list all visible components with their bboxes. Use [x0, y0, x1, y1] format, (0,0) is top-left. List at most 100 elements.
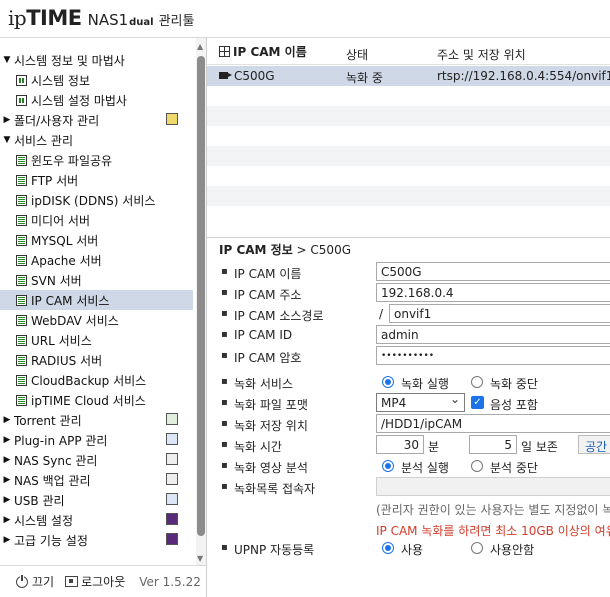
rec-off-label[interactable]: 녹화 중단: [490, 375, 538, 392]
rec-on-label[interactable]: 녹화 실행: [401, 375, 449, 392]
scroll-up-icon[interactable]: ▲: [197, 42, 203, 51]
sidebar-item-media-server[interactable]: 미디어 서버: [0, 210, 193, 230]
settings-icon: [166, 513, 178, 525]
cam-password-input[interactable]: ••••••••••: [376, 346, 610, 365]
rec-on-radio[interactable]: [382, 376, 394, 388]
cam-path-input[interactable]: onvif1: [389, 304, 610, 323]
sidebar-item-system-wizard[interactable]: 시스템 설정 마법사: [0, 90, 193, 110]
upnp-off-label[interactable]: 사용안함: [490, 541, 534, 558]
sidebar-item-system-info-wizard[interactable]: ▼ 시스템 정보 및 마법사: [0, 50, 193, 70]
sidebar-item-service-manage[interactable]: ▼ 서비스 관리: [0, 130, 193, 150]
table-row[interactable]: C500G 녹화 중 rtsp://192.168.0.4:554/onvif1: [207, 66, 610, 86]
sidebar-item-webdav[interactable]: WebDAV 서비스: [0, 310, 193, 330]
form-row-analysis: ▪ 녹화 영상 분석 분석 실행 분석 중단: [221, 459, 538, 476]
cam-id-input[interactable]: admin: [376, 325, 610, 344]
sidebar-item-ftp[interactable]: FTP 서버: [0, 170, 193, 190]
sidebar-item-nas-sync[interactable]: ▶ NAS Sync 관리: [0, 450, 193, 470]
sidebar-footer: 끄기 로그아웃 Ver 1.5.22: [0, 565, 207, 597]
th-name: IP CAM 이름: [233, 44, 307, 59]
days-input[interactable]: 5: [469, 435, 517, 454]
upnp-on-label[interactable]: 사용: [401, 541, 423, 558]
collapsed-arrow-icon: ▶: [3, 415, 11, 425]
empty-row: [207, 186, 610, 206]
audio-label[interactable]: 음성 포함: [490, 396, 538, 413]
analysis-on-radio[interactable]: [382, 460, 394, 472]
scroll-down-icon[interactable]: ▼: [197, 554, 203, 563]
sidebar-item-ipdisk[interactable]: ipDISK (DDNS) 서비스: [0, 190, 193, 210]
format-select[interactable]: MP4: [376, 392, 465, 412]
main-panel: IP CAM 이름 상태 주소 및 저장 위치 C500G 녹화 중 rtsp:…: [207, 38, 610, 597]
collapsed-arrow-icon: ▶: [3, 535, 11, 545]
minutes-unit: 분: [428, 440, 440, 454]
upnp-label: UPNP 자동등록: [234, 543, 315, 557]
logout-icon[interactable]: [65, 576, 79, 587]
sidebar-item-url[interactable]: URL 서비스: [0, 330, 193, 350]
sidebar-item-windows-share[interactable]: 윈도우 파일공유: [0, 150, 193, 170]
usb-icon: [166, 493, 178, 505]
sidebar-item-label: 서비스 관리: [14, 133, 74, 148]
cell-address: rtsp://192.168.0.4:554/onvif1: [437, 69, 610, 83]
space-button[interactable]: 공간: [578, 435, 610, 454]
sidebar-item-torrent[interactable]: ▶ Torrent 관리: [0, 410, 193, 430]
service-page-icon: [16, 274, 27, 286]
sidebar-item-label: 미디어 서버: [31, 213, 91, 228]
cam-address-input[interactable]: 192.168.0.4: [376, 283, 610, 302]
time-label: 녹화 시간: [234, 440, 282, 454]
sidebar-item-nas-backup[interactable]: ▶ NAS 백업 관리: [0, 470, 193, 490]
minutes-input[interactable]: 30: [376, 435, 424, 454]
sidebar-item-advanced[interactable]: ▶ 고급 기능 설정: [0, 530, 193, 550]
sidebar-item-system-info[interactable]: 시스템 정보: [0, 70, 193, 90]
sidebar-item-system-settings[interactable]: ▶ 시스템 설정: [0, 510, 193, 530]
service-page-icon: [16, 394, 27, 406]
analysis-on-label[interactable]: 분석 실행: [401, 459, 449, 476]
upnp-on-radio[interactable]: [382, 542, 394, 554]
logo-ip: ip: [8, 6, 27, 30]
sidebar-item-label: MYSQL 서버: [31, 233, 99, 248]
rec-off-radio[interactable]: [471, 376, 483, 388]
service-page-icon: [16, 334, 27, 346]
sidebar-item-iptime-cloud[interactable]: ipTIME Cloud 서비스: [0, 390, 193, 410]
sidebar-item-ipcam[interactable]: IP CAM 서비스: [0, 290, 193, 310]
service-page-icon: [16, 354, 27, 366]
sidebar-item-label: CloudBackup 서비스: [31, 373, 147, 388]
service-page-icon: [16, 174, 27, 186]
sidebar-item-apache[interactable]: Apache 서버: [0, 250, 193, 270]
detail-title: IP CAM 정보: [219, 243, 293, 257]
iptime-logo: ip TIME NAS1 dual 관리툴: [8, 6, 194, 32]
sidebar-item-label: 시스템 정보 및 마법사: [14, 53, 125, 68]
logo-manager: 관리툴: [158, 14, 195, 29]
power-icon[interactable]: [16, 573, 28, 588]
sidebar-item-radius[interactable]: RADIUS 서버: [0, 350, 193, 370]
sidebar-item-usb[interactable]: ▶ USB 관리: [0, 490, 193, 510]
audio-checkbox[interactable]: ✓: [471, 396, 484, 409]
sidebar-item-cloudbackup[interactable]: CloudBackup 서비스: [0, 370, 193, 390]
sidebar-item-label: NAS 백업 관리: [14, 473, 91, 488]
id-label: IP CAM ID: [234, 328, 293, 342]
sidebar-item-svn[interactable]: SVN 서버: [0, 270, 193, 290]
sync-icon: [166, 453, 178, 465]
location-input[interactable]: /HDD1/ipCAM: [376, 414, 610, 433]
upnp-off-radio[interactable]: [471, 542, 483, 554]
sidebar-item-label: 시스템 설정 마법사: [31, 93, 127, 108]
sidebar-nav: ▼ 시스템 정보 및 마법사 시스템 정보 시스템 설정 마법사 ▶ 폴더/사용…: [0, 38, 207, 565]
form-row-name: ▪ IP CAM 이름 C500G: [207, 262, 610, 283]
form-row-viewer: ▪ 녹화목록 접속자: [207, 477, 610, 498]
app-header: ip TIME NAS1 dual 관리툴: [0, 0, 610, 38]
sidebar-item-label: 폴더/사용자 관리: [14, 113, 100, 128]
sidebar-item-label: SVN 서버: [31, 273, 82, 288]
sidebar-item-plugin-app[interactable]: ▶ Plug-in APP 관리: [0, 430, 193, 450]
viewer-input[interactable]: [376, 477, 610, 496]
scrollbar-thumb[interactable]: [197, 56, 205, 536]
analysis-off-label[interactable]: 분석 중단: [490, 459, 538, 476]
camera-icon: [219, 72, 232, 79]
sidebar-scrollbar[interactable]: ▲ ▼: [196, 38, 206, 565]
logout-button[interactable]: 로그아웃: [81, 573, 125, 590]
cam-name-input[interactable]: C500G: [376, 262, 610, 281]
sidebar-item-mysql[interactable]: MYSQL 서버: [0, 230, 193, 250]
chart-page-icon: [16, 74, 27, 86]
power-off-button[interactable]: 끄기: [32, 573, 54, 590]
advanced-icon: [166, 533, 178, 545]
sidebar-item-folder-user[interactable]: ▶ 폴더/사용자 관리: [0, 110, 193, 130]
logo-dual: dual: [129, 17, 154, 28]
analysis-off-radio[interactable]: [471, 460, 483, 472]
